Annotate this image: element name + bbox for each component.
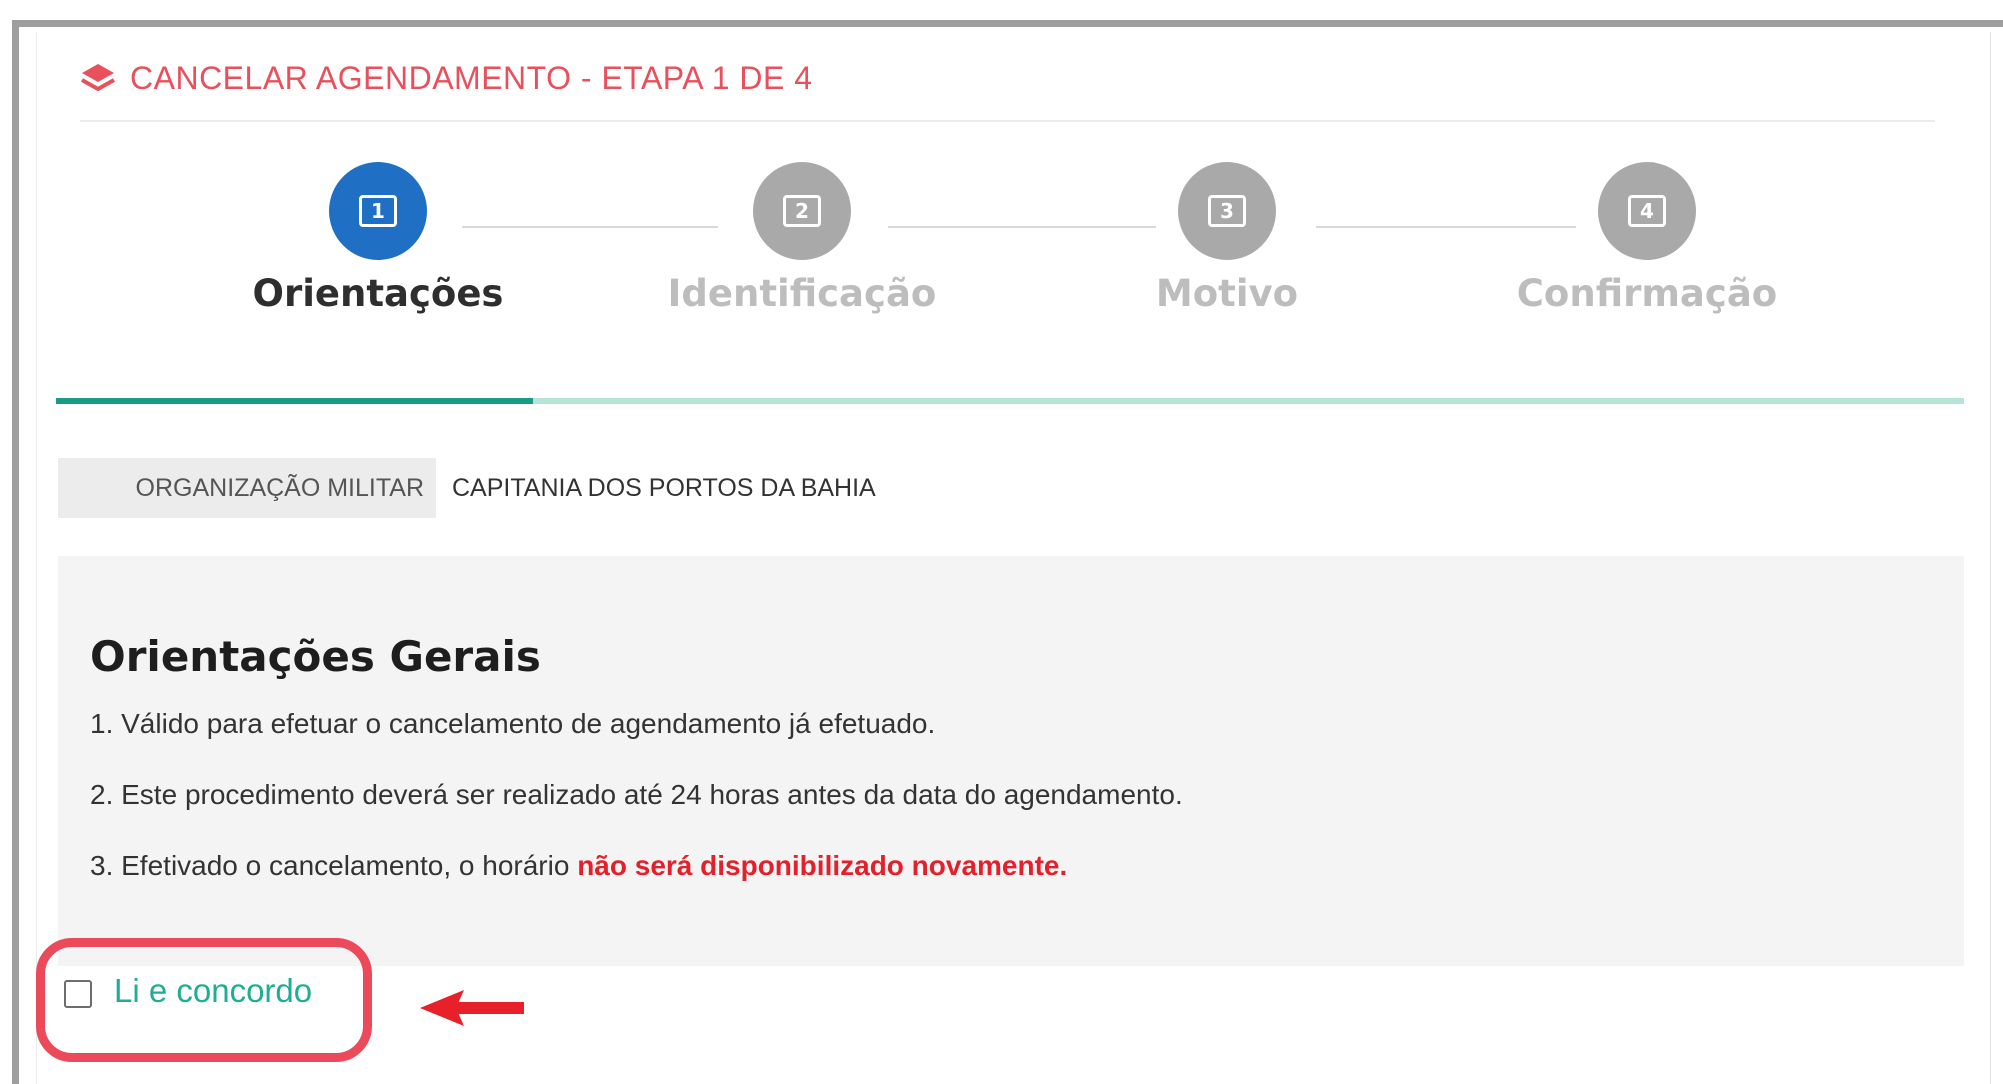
step-3-label: Motivo	[1155, 272, 1299, 315]
progress-bar	[56, 398, 1964, 404]
arrow-left-icon	[420, 990, 524, 1026]
organization-value: CAPITANIA DOS PORTOS DA BAHIA	[452, 473, 876, 502]
progress-bar-fill	[56, 398, 533, 404]
step-1-number-icon: 1	[359, 195, 397, 227]
header-divider	[80, 120, 1935, 122]
agree-checkbox[interactable]	[64, 980, 92, 1008]
step-2-label: Identificação	[667, 272, 937, 315]
step-4-circle[interactable]: 4	[1598, 162, 1696, 260]
organization-label: ORGANIZAÇÃO MILITAR	[58, 458, 436, 518]
step-3-number-icon: 3	[1208, 195, 1246, 227]
guideline-item-2: 2. Este procedimento deverá ser realizad…	[90, 779, 1183, 810]
guideline-item-3-text: 3. Efetivado o cancelamento, o horário	[90, 850, 578, 881]
layers-icon	[81, 64, 115, 91]
step-4-label: Confirmação	[1516, 272, 1778, 315]
guidelines-box	[58, 556, 1964, 966]
step-3-circle[interactable]: 3	[1178, 162, 1276, 260]
step-1-label: Orientações	[252, 272, 504, 315]
step-1-circle[interactable]: 1	[329, 162, 427, 260]
page-title: CANCELAR AGENDAMENTO - ETAPA 1 DE 4	[130, 59, 813, 96]
step-2-number-icon: 2	[783, 195, 821, 227]
step-connector-2-3	[888, 226, 1156, 228]
guideline-item-1: 1. Válido para efetuar o cancelamento de…	[90, 708, 936, 739]
step-connector-1-2	[462, 226, 718, 228]
guidelines-title: Orientações Gerais	[90, 632, 541, 681]
guideline-warning-text: não será disponibilizado novamente.	[577, 850, 1068, 881]
step-4-number-icon: 4	[1628, 195, 1666, 227]
step-2-circle[interactable]: 2	[753, 162, 851, 260]
page-header: CANCELAR AGENDAMENTO - ETAPA 1 DE 4	[80, 58, 813, 98]
guideline-item-3: 3. Efetivado o cancelamento, o horário n…	[90, 850, 1067, 882]
agree-label[interactable]: Li e concordo	[114, 972, 312, 1010]
step-connector-3-4	[1316, 226, 1576, 228]
